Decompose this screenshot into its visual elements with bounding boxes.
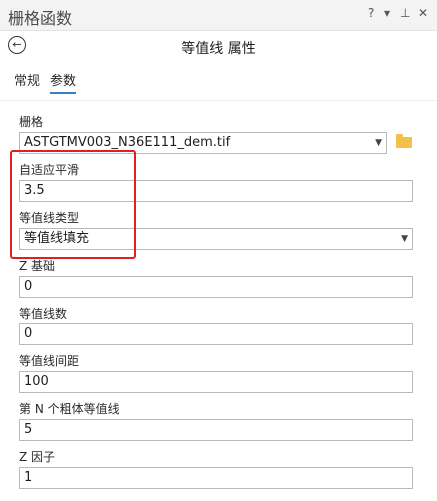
pin-icon[interactable]: ⊥ (400, 6, 410, 20)
close-icon[interactable]: ✕ (418, 6, 428, 20)
raster-value: ASTGTMV003_N36E111_dem.tif (24, 135, 231, 150)
panel-header: ← 等值线 属性 (0, 30, 437, 64)
nth-contour-input[interactable]: 5 (19, 419, 413, 441)
z-factor-label: Z 因子 (19, 450, 56, 464)
raster-label: 栅格 (19, 115, 44, 129)
tab-bar: 常规 参数 (0, 64, 437, 94)
highlight-annotation (10, 150, 136, 259)
panel-title: 等值线 属性 (181, 41, 256, 57)
tab-divider (0, 100, 437, 101)
contour-interval-label: 等值线间距 (19, 354, 80, 368)
z-base-label: Z 基础 (19, 259, 56, 273)
chevron-down-icon: ▼ (401, 234, 408, 244)
contour-count-input[interactable]: 0 (19, 323, 413, 345)
menu-icon[interactable]: ▾ (384, 6, 390, 20)
contour-count-label: 等值线数 (19, 307, 68, 321)
window-title: 栅格函数 (8, 9, 73, 28)
folder-icon[interactable] (396, 134, 412, 148)
tab-general[interactable]: 常规 (14, 70, 40, 89)
title-bar: 栅格函数 ? ▾ ⊥ ✕ (0, 0, 437, 31)
nth-contour-label: 第 N 个粗体等值线 (19, 402, 120, 416)
z-base-input[interactable]: 0 (19, 276, 413, 298)
tab-parameters[interactable]: 参数 (50, 70, 77, 94)
z-factor-input[interactable]: 1 (19, 467, 413, 489)
help-icon[interactable]: ? (368, 6, 374, 20)
chevron-down-icon: ▼ (375, 138, 382, 148)
contour-interval-input[interactable]: 100 (19, 371, 413, 393)
